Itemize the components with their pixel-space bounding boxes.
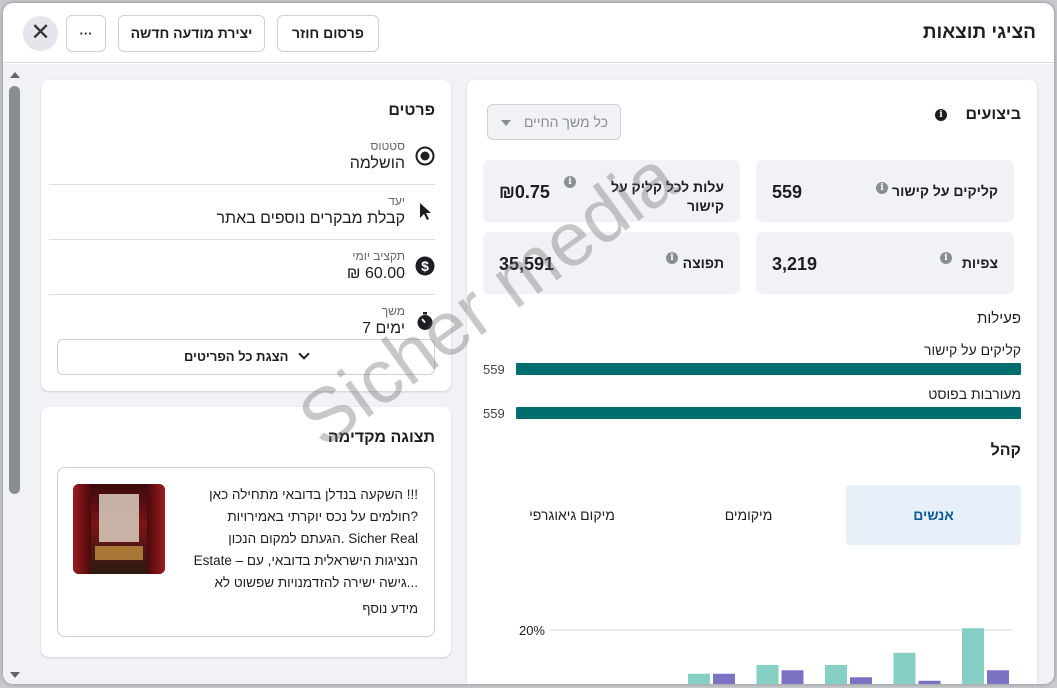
ad-image bbox=[73, 484, 165, 574]
chart-bar bbox=[688, 673, 710, 684]
svg-text:$: $ bbox=[421, 258, 429, 274]
show-all-details-button[interactable]: הצגת כל הפריטים bbox=[57, 339, 435, 375]
activity-row: מעורבות בפוסט 559 bbox=[483, 382, 1021, 422]
tab-people[interactable]: אנשים bbox=[846, 485, 1021, 545]
detail-value: קבלת מבקרים נוספים באתר bbox=[216, 210, 405, 227]
metric-reach: תפוצה i 35,591 bbox=[483, 232, 740, 294]
dollar-icon: $ bbox=[415, 256, 435, 276]
cursor-icon bbox=[420, 203, 431, 220]
metric-cost-per-click: עלות לכל קליק על קישור i ₪0.75 bbox=[483, 160, 740, 222]
info-icon[interactable]: i bbox=[666, 252, 678, 264]
info-icon[interactable]: i bbox=[564, 176, 576, 188]
chart-bar bbox=[850, 677, 872, 684]
date-range-dropdown[interactable]: כל משך החיים bbox=[487, 104, 621, 140]
metric-value: 35,591 bbox=[499, 254, 555, 274]
performance-title: ביצועים bbox=[965, 106, 1021, 123]
activity-value: 559 bbox=[483, 362, 505, 377]
chart-bar bbox=[781, 670, 804, 684]
chart-bar bbox=[825, 665, 847, 684]
activity-title: פעילות bbox=[977, 310, 1021, 327]
close-icon[interactable]: ✕ bbox=[23, 16, 58, 51]
boost-again-button[interactable]: פרסום חוזר bbox=[277, 15, 379, 52]
preview-card: תצוגה מקדימה השקעה בנדלן בדובאי מתחילה כ… bbox=[41, 407, 451, 657]
ad-preview[interactable]: השקעה בנדלן בדובאי מתחילה כאן !!! חולמים… bbox=[57, 467, 435, 637]
detail-row-objective: יעד קבלת מבקרים נוספים באתר bbox=[49, 185, 435, 240]
dialog-body: פרטים סטטוס הושלמה יעד קבלת מבקרים נוספי… bbox=[3, 64, 1054, 684]
stopwatch-icon bbox=[417, 312, 433, 330]
tab-geography[interactable]: מיקום גיאוגרפי bbox=[483, 485, 661, 545]
metric-label: עלות לכל קליק על קישור bbox=[611, 179, 724, 214]
activity-bar bbox=[516, 363, 1021, 375]
activity-value: 559 bbox=[483, 406, 505, 421]
dialog-title: הציגי תוצאות bbox=[922, 22, 1036, 43]
chart-bar bbox=[713, 673, 735, 684]
more-options-button[interactable]: ··· bbox=[66, 15, 106, 52]
metric-label: צפיות bbox=[961, 255, 998, 271]
chevron-down-icon bbox=[298, 348, 310, 360]
ad-text-line: השקעה בנדלן בדובאי מתחילה כאן !!! bbox=[209, 487, 418, 502]
detail-label: תקציב יומי bbox=[352, 249, 405, 263]
detail-label: יעד bbox=[388, 194, 405, 208]
results-dialog: הציגי תוצאות פרסום חוזר יצירת מודעה חדשה… bbox=[3, 3, 1054, 684]
detail-value: ₪ 60.00 bbox=[346, 265, 405, 282]
details-card: פרטים סטטוס הושלמה יעד קבלת מבקרים נוספי… bbox=[41, 80, 451, 391]
audience-title: קהל bbox=[990, 442, 1021, 459]
activity-label: מעורבות בפוסט bbox=[928, 386, 1021, 402]
ad-text-line: גישה ישירה להזדמנויות שפשוט לא... bbox=[214, 575, 418, 590]
metric-value: ₪0.75 bbox=[499, 182, 550, 202]
preview-title: תצוגה מקדימה bbox=[327, 429, 435, 446]
ad-text-line: הגעתם למקום הנכון. Sicher Real bbox=[228, 531, 418, 546]
status-circle-icon bbox=[415, 146, 435, 166]
performance-card: ביצועים i כל משך החיים קליקים על קישור i… bbox=[467, 80, 1037, 684]
info-icon[interactable]: i bbox=[876, 182, 888, 194]
tab-placements[interactable]: מיקומים bbox=[661, 485, 836, 545]
show-all-label: הצגת כל הפריטים bbox=[183, 349, 289, 364]
detail-row-status: סטטוס הושלמה bbox=[49, 130, 435, 185]
activity-row: קליקים על קישור 559 bbox=[483, 338, 1021, 378]
info-icon[interactable]: i bbox=[935, 109, 947, 121]
metric-link-clicks: קליקים על קישור i 559 bbox=[756, 160, 1014, 222]
metric-label: קליקים על קישור bbox=[892, 183, 998, 199]
more-info-link[interactable]: מידע נוסף bbox=[362, 601, 418, 616]
details-title: פרטים bbox=[388, 102, 435, 119]
detail-label: משך bbox=[381, 304, 405, 318]
dialog-header: הציגי תוצאות פרסום חוזר יצירת מודעה חדשה… bbox=[3, 3, 1054, 63]
caret-down-icon bbox=[501, 120, 511, 126]
chart-bar bbox=[756, 665, 779, 684]
audience-tabs: אנשים מיקומים מיקום גיאוגרפי bbox=[483, 485, 1021, 545]
scroll-thumb[interactable] bbox=[9, 86, 20, 494]
create-new-ad-button[interactable]: יצירת מודעה חדשה bbox=[118, 15, 265, 52]
metric-value: 559 bbox=[772, 182, 803, 202]
detail-value: 7 ימים bbox=[362, 320, 405, 337]
ad-text-line: Estate – הנציגות הישראלית בדובאי, עם bbox=[193, 553, 418, 568]
detail-value: הושלמה bbox=[349, 155, 405, 172]
chart-ytick-label: 20% bbox=[519, 623, 545, 638]
detail-label: סטטוס bbox=[370, 139, 405, 153]
info-icon[interactable]: i bbox=[940, 252, 952, 264]
detail-row-budget: תקציב יומי ₪ 60.00 $ bbox=[49, 240, 435, 295]
scroll-up-icon[interactable] bbox=[10, 72, 20, 78]
metric-label: תפוצה bbox=[682, 255, 724, 271]
ad-text-line: חולמים על נכס יוקרתי באמירויות? bbox=[227, 509, 418, 524]
chart-bar bbox=[918, 680, 941, 684]
activity-label: קליקים על קישור bbox=[924, 342, 1021, 358]
metric-impressions: צפיות i 3,219 bbox=[756, 232, 1014, 294]
chart-bar bbox=[987, 670, 1009, 684]
scrollbar[interactable] bbox=[3, 64, 25, 684]
activity-bar bbox=[516, 407, 1021, 419]
date-range-label: כל משך החיים bbox=[523, 114, 608, 130]
chart-bar bbox=[893, 652, 916, 684]
chart-bar bbox=[962, 628, 984, 684]
ad-text: השקעה בנדלן בדובאי מתחילה כאן !!! חולמים… bbox=[168, 484, 418, 594]
scroll-down-icon[interactable] bbox=[10, 672, 20, 678]
audience-chart: 20%0% bbox=[519, 623, 1013, 684]
metric-value: 3,219 bbox=[772, 254, 818, 274]
